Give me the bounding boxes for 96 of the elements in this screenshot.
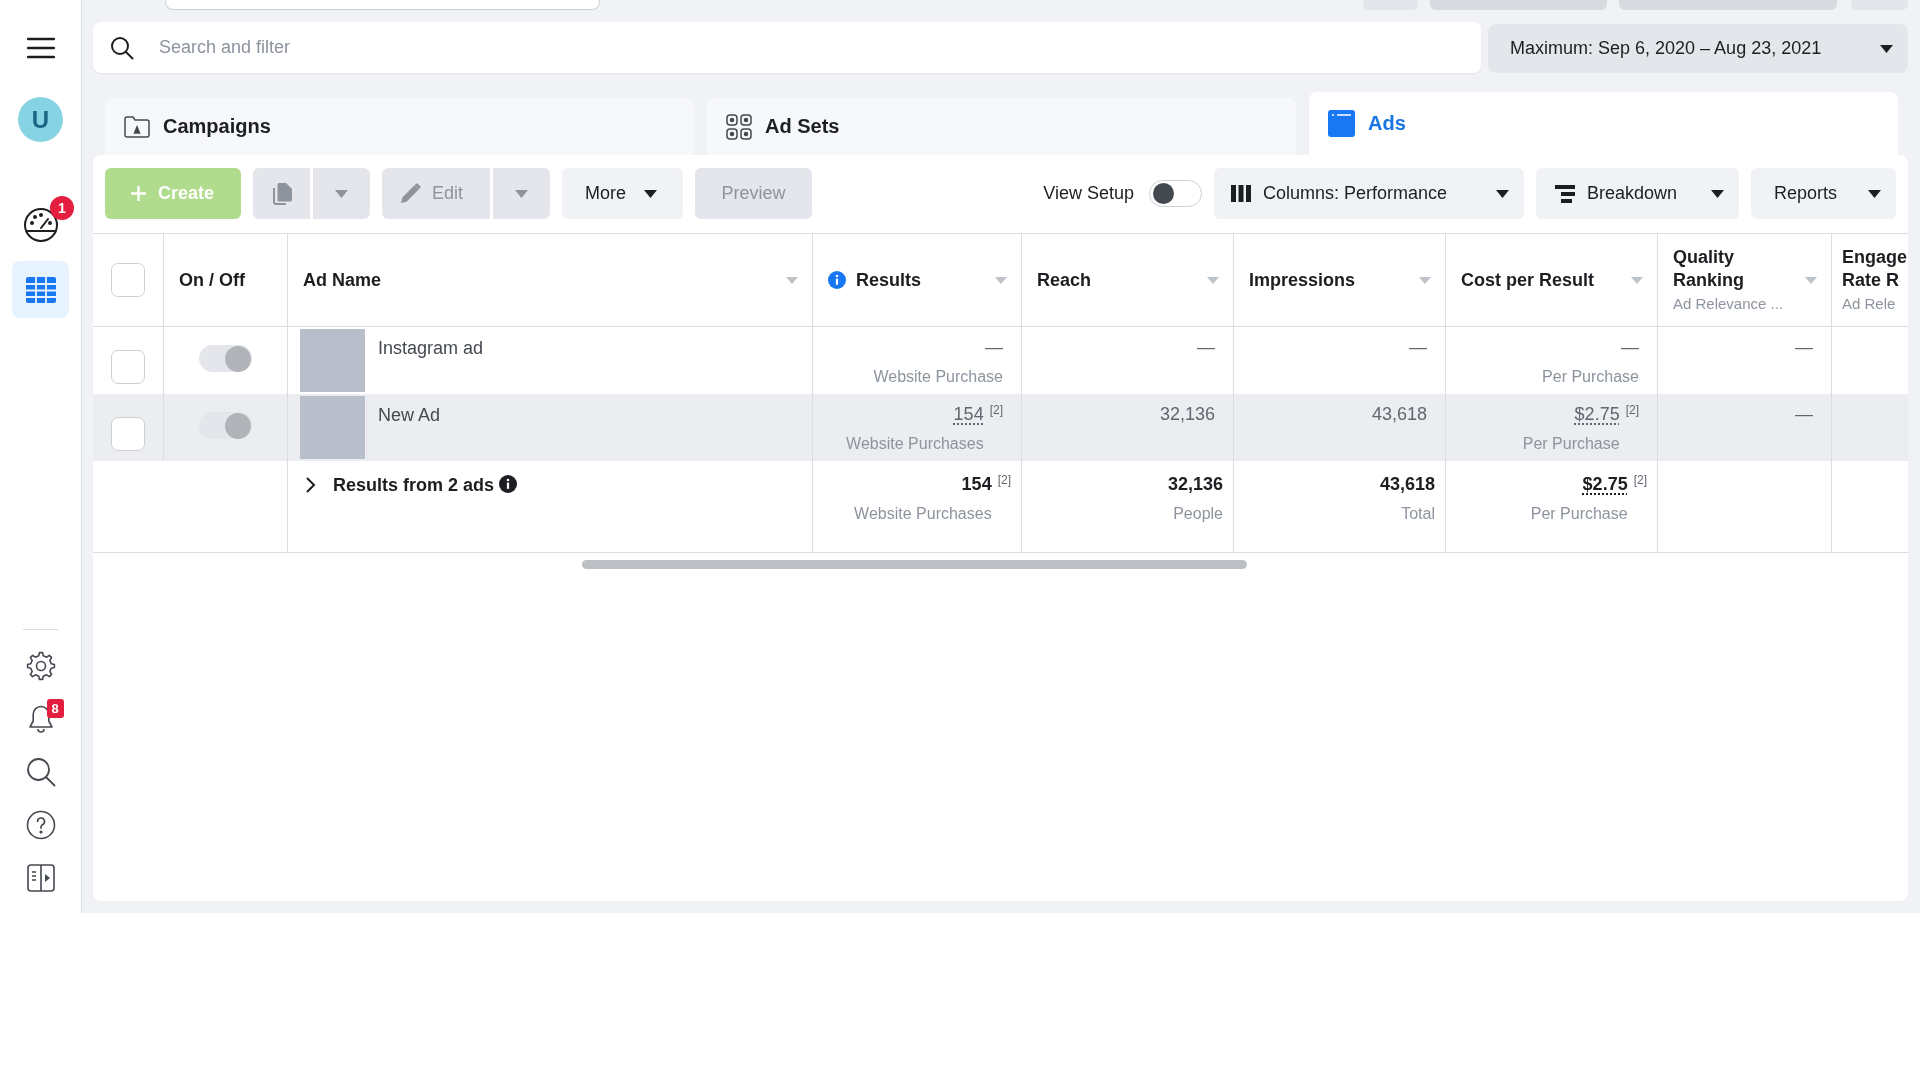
avatar[interactable]: U bbox=[18, 97, 63, 142]
cell-value: — bbox=[1197, 336, 1215, 358]
footnote-mark: [2] bbox=[997, 473, 1011, 487]
view-setup-label: View Setup bbox=[1043, 183, 1134, 204]
tab[interactable]: Campaigns bbox=[105, 98, 694, 155]
plus-icon bbox=[131, 186, 146, 201]
ad-icon bbox=[1328, 110, 1355, 137]
column-title[interactable]: Engage Rate R bbox=[1842, 246, 1908, 292]
help-icon[interactable] bbox=[25, 810, 56, 840]
column-title[interactable]: On / Off bbox=[179, 268, 245, 292]
photo-placeholder bbox=[300, 329, 365, 392]
toolbar-button[interactable]: Breakdown bbox=[1536, 168, 1739, 219]
photo-placeholder bbox=[300, 396, 365, 459]
caret-icon bbox=[644, 189, 657, 198]
cell-caption: Per Purchase bbox=[1542, 367, 1639, 387]
caret-icon bbox=[335, 189, 348, 198]
folder-icon bbox=[124, 115, 150, 138]
cell-value: $2.75 bbox=[1582, 473, 1628, 495]
info-icon[interactable] bbox=[499, 475, 518, 493]
ad-name[interactable]: New Ad bbox=[378, 396, 441, 426]
cell-caption: Website Purchase bbox=[873, 367, 1003, 387]
checkbox[interactable] bbox=[111, 350, 145, 384]
cell-value: — bbox=[1795, 336, 1813, 358]
breakdown-icon bbox=[1555, 184, 1575, 203]
grid-icon bbox=[726, 113, 752, 140]
column-title[interactable]: Cost per Result bbox=[1461, 268, 1595, 292]
notification-badge: 8 bbox=[46, 699, 64, 718]
caret-icon bbox=[515, 189, 528, 198]
cell-caption: Per Purchase bbox=[1522, 434, 1620, 454]
cell-caption: Total bbox=[1401, 504, 1435, 524]
toolbar-button[interactable] bbox=[1619, 0, 1837, 10]
cell-value: — bbox=[1795, 403, 1813, 425]
cell-caption: Website Purchases bbox=[846, 434, 984, 454]
columns-icon bbox=[1231, 185, 1251, 202]
cell-value: — bbox=[985, 336, 1003, 358]
footnote-mark: [2] bbox=[1625, 403, 1639, 417]
scrollbar[interactable] bbox=[582, 560, 1247, 569]
cell-value: 32,136 bbox=[1167, 473, 1223, 495]
cell-value: 43,618 bbox=[1371, 403, 1427, 425]
column-title[interactable]: Reach bbox=[1037, 268, 1092, 292]
footnote-mark: [2] bbox=[1633, 473, 1647, 487]
cell-value: — bbox=[1409, 336, 1427, 358]
caret-icon bbox=[1711, 189, 1724, 198]
tab[interactable]: Ads bbox=[1309, 92, 1898, 155]
cell-value: 154 bbox=[953, 403, 984, 425]
caret-icon[interactable] bbox=[995, 276, 1007, 284]
caret-icon bbox=[1868, 189, 1881, 198]
caret-icon[interactable] bbox=[1419, 276, 1431, 284]
text-field[interactable] bbox=[165, 0, 600, 10]
ad-name[interactable]: Instagram ad bbox=[378, 329, 484, 359]
cell-value: 154 bbox=[961, 473, 992, 495]
gauge-icon bbox=[22, 206, 59, 243]
notification-badge: 1 bbox=[50, 196, 74, 220]
footnote-mark: [2] bbox=[989, 403, 1003, 417]
toolbar-button[interactable]: Columns: Performance bbox=[1214, 168, 1524, 219]
checkbox[interactable] bbox=[111, 263, 145, 297]
duplicate-icon bbox=[270, 181, 293, 206]
summary-label: Results from 2 ads bbox=[333, 474, 495, 496]
settings-icon[interactable] bbox=[25, 651, 56, 681]
toggle-switch[interactable] bbox=[1149, 180, 1202, 207]
cell-value: 43,618 bbox=[1379, 473, 1435, 495]
column-subtitle: Ad Rele bbox=[1842, 294, 1897, 314]
cell-caption: Website Purchases bbox=[854, 504, 992, 524]
cell-value: $2.75 bbox=[1574, 403, 1620, 425]
cell-value: — bbox=[1621, 336, 1639, 358]
dropdown-button[interactable] bbox=[493, 168, 550, 219]
caret-icon bbox=[1496, 189, 1509, 198]
search-icon bbox=[110, 36, 134, 60]
caret-icon bbox=[1880, 44, 1893, 53]
column-title[interactable]: Quality Ranking bbox=[1673, 246, 1797, 292]
menu-icon[interactable] bbox=[26, 37, 55, 59]
more-button[interactable]: More bbox=[562, 168, 683, 219]
checkbox[interactable] bbox=[111, 417, 145, 451]
cell-value: 32,136 bbox=[1159, 403, 1215, 425]
search-icon[interactable] bbox=[25, 757, 56, 787]
caret-icon[interactable] bbox=[1805, 276, 1817, 284]
column-subtitle: Ad Relevance ... bbox=[1673, 294, 1785, 314]
caret-icon[interactable] bbox=[786, 276, 798, 284]
column-title[interactable]: Ad Name bbox=[303, 268, 382, 292]
panel-icon[interactable] bbox=[25, 863, 56, 893]
date-range-button[interactable]: Maximum: Sep 6, 2020 – Aug 23, 2021 bbox=[1488, 24, 1908, 73]
cell-caption: Per Purchase bbox=[1530, 504, 1628, 524]
search-field[interactable]: Search and filter bbox=[93, 22, 1481, 73]
toolbar-button[interactable]: Reports bbox=[1751, 168, 1896, 219]
cell-caption: People bbox=[1173, 504, 1223, 524]
chevron-icon[interactable] bbox=[305, 476, 317, 494]
table-icon bbox=[25, 276, 56, 303]
column-title[interactable]: Impressions bbox=[1249, 268, 1356, 292]
caret-icon[interactable] bbox=[1207, 276, 1219, 284]
column-title[interactable]: Results bbox=[856, 268, 922, 292]
table-row[interactable]: New Ad 154 [2] Website Purchases 32,136 43,618 $2.75 [2] Per Purchase — bbox=[93, 394, 1908, 461]
caret-icon[interactable] bbox=[1631, 276, 1643, 284]
pencil-icon bbox=[400, 183, 421, 204]
tab[interactable]: Ad Sets bbox=[707, 98, 1296, 155]
toolbar-button[interactable] bbox=[1430, 0, 1607, 10]
dropdown-button[interactable] bbox=[313, 168, 370, 219]
